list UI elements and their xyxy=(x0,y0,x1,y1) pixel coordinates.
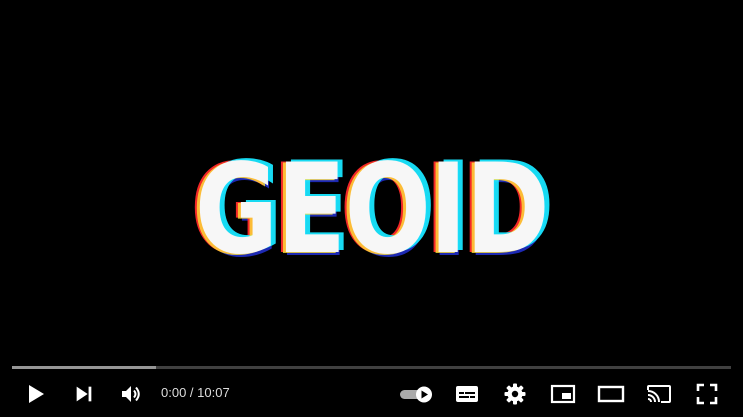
time-current: 0:00 xyxy=(161,385,187,400)
miniplayer-icon xyxy=(550,384,576,404)
miniplayer-button[interactable] xyxy=(545,376,581,412)
video-title-art: GEOID GEOID GEOID GEOID GEOID xyxy=(0,138,743,283)
next-button[interactable] xyxy=(66,376,102,412)
video-player[interactable]: GEOID GEOID GEOID GEOID GEOID 0:00 / 10:… xyxy=(0,0,743,417)
autoplay-toggle[interactable] xyxy=(397,376,435,412)
cast-icon xyxy=(647,385,671,403)
time-display: 0:00 / 10:07 xyxy=(161,384,230,402)
time-separator: / xyxy=(186,385,198,400)
theater-mode-icon xyxy=(597,385,625,403)
fullscreen-icon xyxy=(696,383,718,405)
play-icon xyxy=(29,385,44,403)
subtitles-button[interactable] xyxy=(449,376,485,412)
mute-button[interactable] xyxy=(113,376,149,412)
subtitles-icon xyxy=(456,386,478,402)
cast-button[interactable] xyxy=(641,376,677,412)
progress-bar[interactable] xyxy=(12,366,731,369)
autoplay-toggle-icon xyxy=(400,386,432,403)
progress-buffered xyxy=(12,366,156,369)
next-icon xyxy=(76,386,92,402)
time-duration: 10:07 xyxy=(197,385,230,400)
fullscreen-button[interactable] xyxy=(689,376,725,412)
settings-button[interactable] xyxy=(497,376,533,412)
theater-mode-button[interactable] xyxy=(593,376,629,412)
settings-gear-icon xyxy=(504,383,526,405)
title-text: GEOID xyxy=(194,138,550,282)
player-controls: 0:00 / 10:07 xyxy=(0,372,743,414)
volume-icon xyxy=(122,386,140,402)
play-button[interactable] xyxy=(17,376,53,412)
